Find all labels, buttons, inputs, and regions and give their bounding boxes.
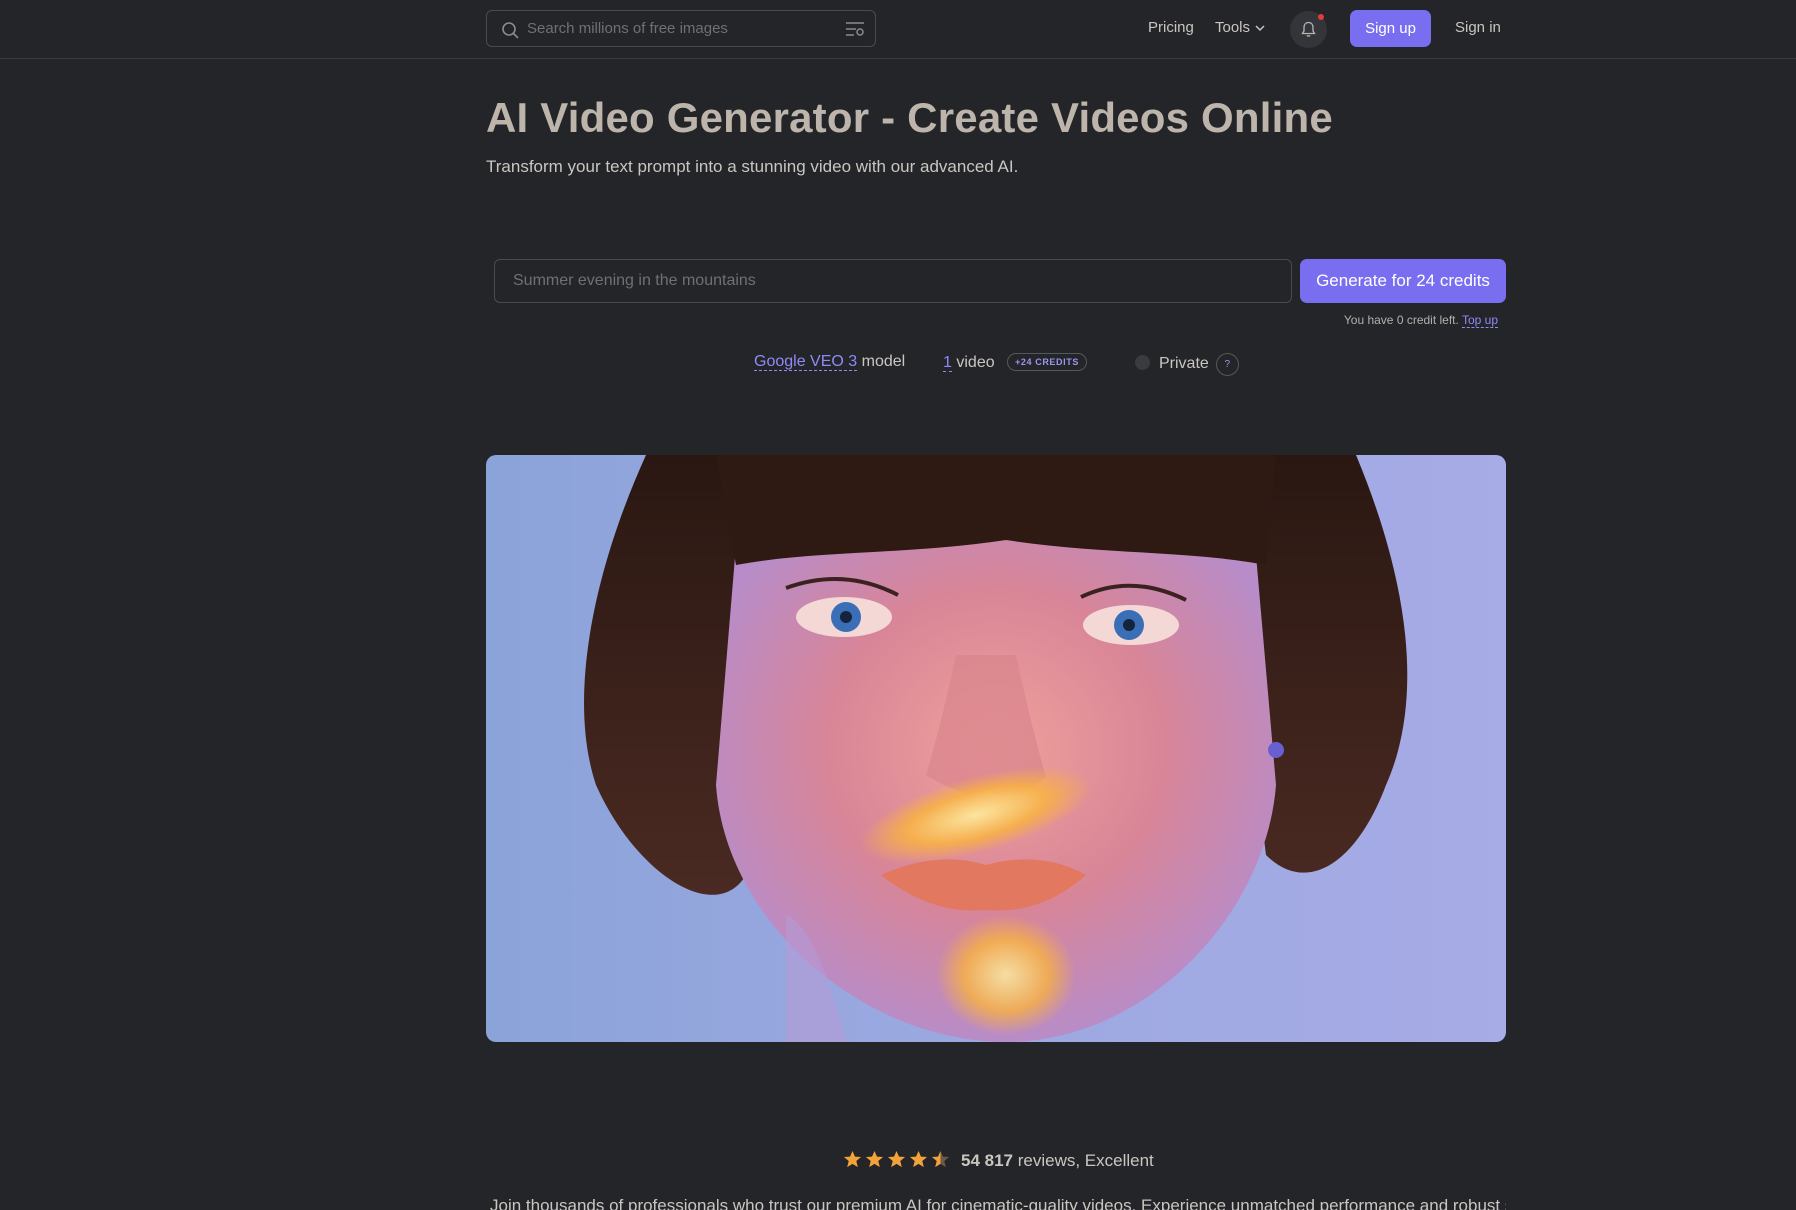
credits-info: You have 0 credit left. Top up: [1200, 313, 1498, 328]
search-input[interactable]: [527, 11, 827, 46]
intro-paragraph: Join thousands of professionals who trus…: [490, 1196, 1506, 1210]
rating-stars: [843, 1150, 953, 1174]
notifications-button[interactable]: [1290, 11, 1327, 48]
chevron-down-icon: [1255, 25, 1265, 32]
portrait-illustration: [584, 455, 1408, 1042]
star-icon: [843, 1150, 862, 1168]
credits-badge: +24 CREDITS: [1007, 353, 1087, 371]
video-suffix: video: [956, 354, 995, 371]
video-count-option: 1 video +24 CREDITS: [943, 353, 1087, 372]
model-suffix: model: [861, 353, 906, 370]
star-icon: [865, 1150, 884, 1168]
prompt-field[interactable]: [494, 259, 1292, 303]
page-subtitle: Transform your text prompt into a stunni…: [486, 157, 1019, 176]
model-select[interactable]: Google VEO 3: [754, 353, 858, 371]
nav-tools-dropdown[interactable]: Tools: [1215, 19, 1266, 36]
model-option: Google VEO 3 model: [754, 353, 905, 371]
star-icon: [887, 1150, 906, 1168]
reviews-summary: 54 817 reviews, Excellent: [843, 1150, 1154, 1174]
star-half-icon: [931, 1150, 950, 1168]
star-icon: [909, 1150, 928, 1168]
page-title: AI Video Generator - Create Videos Onlin…: [486, 94, 1333, 141]
help-icon[interactable]: ?: [1215, 353, 1239, 376]
private-option[interactable]: Private?: [1135, 353, 1239, 376]
prompt-input[interactable]: [495, 260, 1291, 302]
generate-button[interactable]: Generate for 24 credits: [1300, 259, 1506, 303]
top-up-link[interactable]: Top up: [1461, 313, 1498, 328]
notification-dot: [1318, 14, 1324, 20]
video-count-select[interactable]: 1: [943, 354, 952, 372]
search-bar[interactable]: [486, 10, 876, 47]
nav-pricing-link[interactable]: Pricing: [1148, 19, 1194, 36]
review-count: 54 817: [961, 1151, 1013, 1170]
private-toggle[interactable]: [1135, 355, 1150, 370]
review-text: reviews, Excellent: [1017, 1151, 1154, 1170]
bell-icon: [1301, 21, 1316, 37]
filter-settings-icon[interactable]: [845, 20, 865, 38]
credits-text: You have 0 credit left.: [1343, 313, 1459, 327]
top-bar: Pricing Tools Sign up Sign in: [0, 0, 1796, 59]
sample-video-preview[interactable]: [486, 455, 1506, 1042]
nav-tools-label: Tools: [1215, 19, 1251, 36]
sign-in-link[interactable]: Sign in: [1455, 19, 1501, 36]
private-label: Private: [1159, 355, 1209, 372]
sign-up-button[interactable]: Sign up: [1350, 10, 1431, 47]
search-icon: [502, 22, 519, 39]
